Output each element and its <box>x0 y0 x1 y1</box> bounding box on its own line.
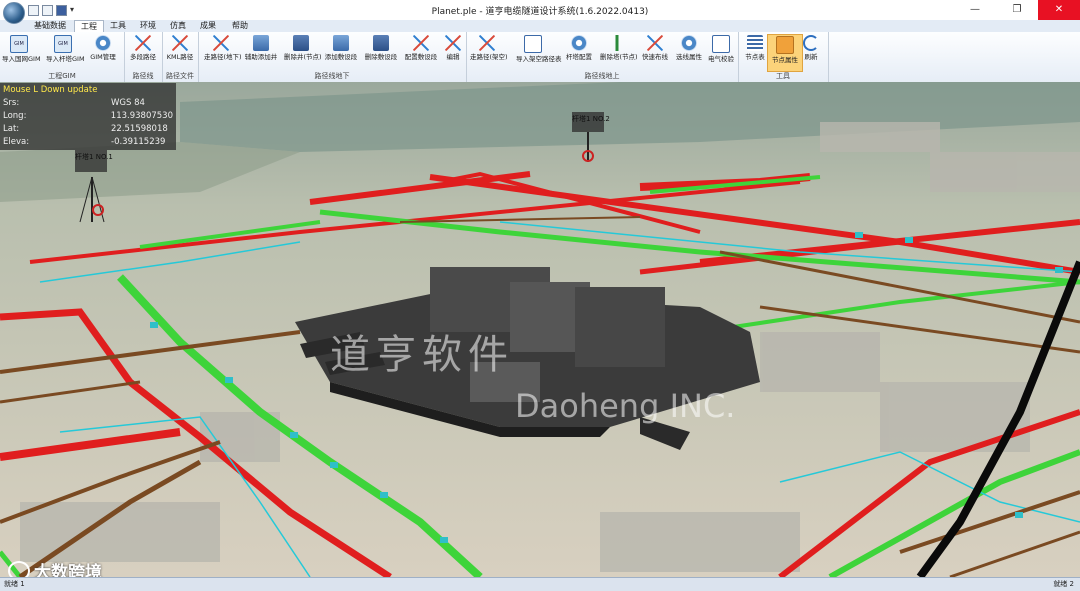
import-overhead-path-button[interactable]: 导入架空路径表 <box>516 34 562 70</box>
tower-1-label: 杆塔1 NO.1 <box>75 153 113 161</box>
scene-watermark-chinese: 道亨软件 <box>330 332 514 378</box>
import-tower-gim-button[interactable]: GIM 导入杆塔GIM <box>46 34 85 70</box>
path-line-icon <box>135 35 151 51</box>
info-header: Mouse L Down update <box>3 85 98 95</box>
tab-simulation[interactable]: 仿真 <box>164 20 192 32</box>
ribbon: GIM 导入国网GIM GIM 导入杆塔GIM GIM管理 工程GIM 多段路径 路… <box>0 32 1080 83</box>
walk-path-overhead-button[interactable]: 走路径(架空) <box>470 34 508 70</box>
import-state-grid-gim-button[interactable]: GIM 导入国网GIM <box>2 34 41 70</box>
app-globe-icon[interactable] <box>3 2 25 24</box>
gim-manage-button[interactable]: GIM管理 <box>86 34 120 70</box>
delete-tower-button[interactable]: 删除塔(节点) <box>600 34 638 70</box>
path-icon <box>479 35 495 51</box>
path-icon <box>213 35 229 51</box>
title-bar: ▾ Planet.ple - 道亨电缆隧道设计系统(1.6.2022.0413)… <box>0 0 1080 21</box>
refresh-icon <box>803 35 819 51</box>
group-label: 工程GIM <box>48 72 76 80</box>
group-project-gim: GIM 导入国网GIM GIM 导入杆塔GIM GIM管理 工程GIM <box>0 32 125 82</box>
kml-path-button[interactable]: KML路径 <box>163 34 197 70</box>
wiring-icon <box>647 35 663 51</box>
status-left: 就绪 1 <box>4 580 25 588</box>
info-row-long: Long: 113.93807530 <box>3 111 173 121</box>
clipboard-check-icon <box>712 35 730 53</box>
walk-path-underground-button[interactable]: 走路径(地下) <box>204 34 242 70</box>
edit-button[interactable]: 编辑 <box>436 34 470 70</box>
group-label: 路径线地上 <box>584 72 620 80</box>
info-row-eleva: Eleva: -0.39115239 <box>3 137 166 147</box>
delete-segment-icon <box>373 35 389 51</box>
scene-canvas[interactable] <box>0 82 1080 577</box>
group-path-line: 多段路径 路径线 <box>124 32 163 82</box>
tab-environment[interactable]: 环境 <box>134 20 162 32</box>
minimize-button[interactable]: — <box>954 0 996 20</box>
edit-icon <box>445 35 461 51</box>
gim-icon: GIM <box>54 35 72 53</box>
group-overhead-path: 走路径(架空) 导入架空路径表 杆塔配置 删除塔(节点) 快速布线 选线属性 电… <box>466 32 739 82</box>
group-underground-path: 走路径(地下) 辅助添加井 删除井(节点) 添加敷设段 删除敷设段 配置敷设段 … <box>198 32 467 82</box>
gear-icon <box>571 35 587 51</box>
delete-well-icon <box>293 35 309 51</box>
configure-laying-segment-button[interactable]: 配置敷设段 <box>404 34 438 70</box>
add-well-button[interactable]: 辅助添加井 <box>244 34 278 70</box>
tab-basic-data[interactable]: 基础数据 <box>28 20 72 32</box>
delete-laying-segment-button[interactable]: 删除敷设段 <box>364 34 398 70</box>
ribbon-tabs: 基础数据 工程 工具 环境 仿真 成果 帮助 <box>0 20 1080 33</box>
configure-segment-icon <box>413 35 429 51</box>
gim-icon: GIM <box>10 35 28 53</box>
group-label: 路径文件 <box>166 72 194 80</box>
multi-segment-path-button[interactable]: 多段路径 <box>126 34 160 70</box>
window-title: Planet.ple - 道亨电缆隧道设计系统(1.6.2022.0413) <box>431 7 649 17</box>
properties-icon <box>776 36 794 54</box>
import-table-icon <box>524 35 542 53</box>
tab-help[interactable]: 帮助 <box>226 20 254 32</box>
well-icon <box>253 35 269 51</box>
group-label: 路径线 <box>132 72 154 80</box>
quick-wiring-button[interactable]: 快速布线 <box>638 34 672 70</box>
tower-icon <box>609 35 625 51</box>
maximize-button[interactable]: ❐ <box>996 0 1038 20</box>
kml-icon <box>172 35 188 51</box>
status-bar: 就绪 1 就绪 2 <box>0 577 1080 591</box>
close-button[interactable]: ✕ <box>1038 0 1080 20</box>
refresh-button[interactable]: 刷新 <box>794 34 828 70</box>
tab-results[interactable]: 成果 <box>194 20 222 32</box>
scene-watermark-english: Daoheng INC. <box>515 387 736 425</box>
line-selection-properties-button[interactable]: 选线属性 <box>672 34 706 70</box>
tab-tools[interactable]: 工具 <box>104 20 132 32</box>
group-label: 路径线地下 <box>314 72 350 80</box>
tower-config-button[interactable]: 杆塔配置 <box>562 34 596 70</box>
line-properties-icon <box>681 35 697 51</box>
status-right: 就绪 2 <box>1053 580 1074 588</box>
tower-2-label: 杆塔1 NO.2 <box>572 115 610 123</box>
add-laying-segment-button[interactable]: 添加敷设段 <box>324 34 358 70</box>
map-3d-viewport[interactable]: 道亨软件 Daoheng INC. <box>0 82 1080 577</box>
group-path-file: KML路径 路径文件 <box>162 32 199 82</box>
group-tools: 节点表 节点属性 刷新 工具 <box>738 32 829 82</box>
gear-icon <box>95 35 111 51</box>
electrical-check-button[interactable]: 电气校验 <box>704 34 738 70</box>
delete-well-button[interactable]: 删除井(节点) <box>284 34 322 70</box>
add-segment-icon <box>333 35 349 51</box>
mouse-info-panel: Mouse L Down update Srs: WGS 84 Long: 113.… <box>0 83 176 150</box>
info-row-srs: Srs: WGS 84 <box>3 98 145 108</box>
info-row-lat: Lat: 22.51598018 <box>3 124 168 134</box>
group-label: 工具 <box>776 72 790 80</box>
list-icon <box>747 35 763 51</box>
